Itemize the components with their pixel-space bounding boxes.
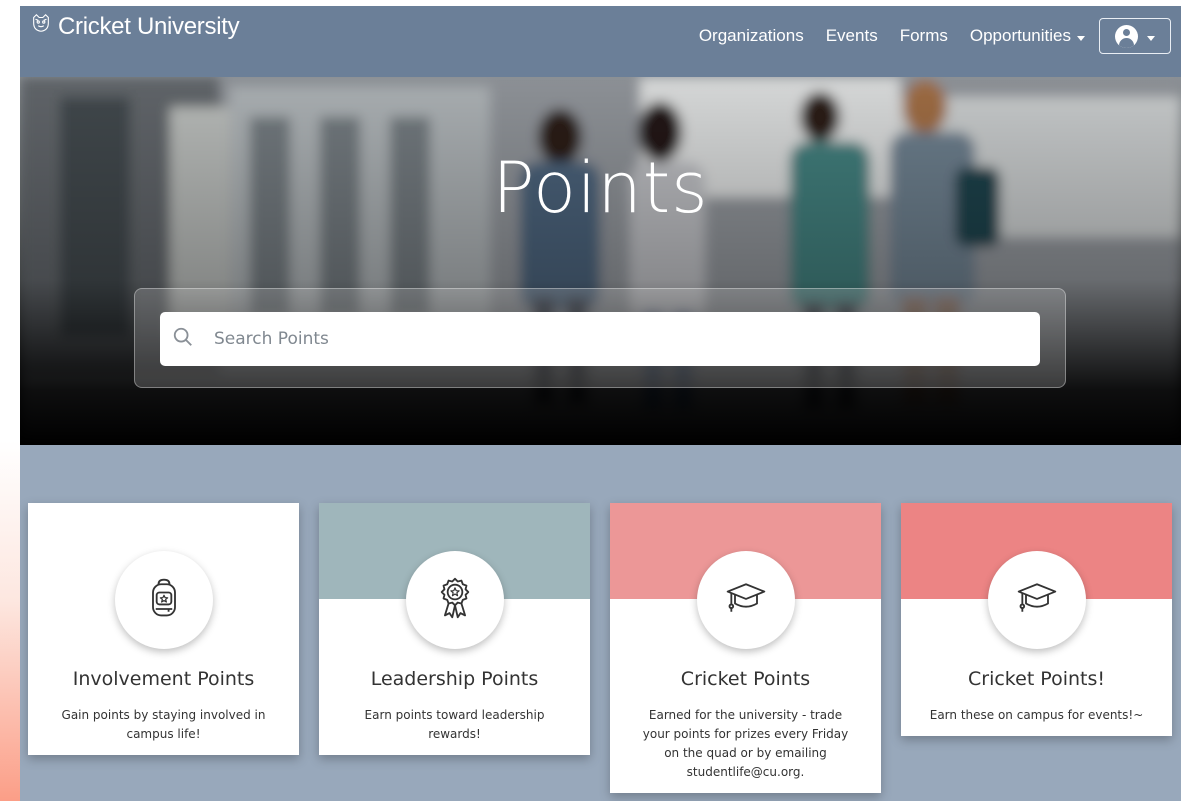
- points-card-cricket-events[interactable]: Cricket Points! Earn these on campus for…: [901, 503, 1172, 736]
- card-description: Earn these on campus for events!~: [929, 708, 1144, 722]
- search-icon: [160, 326, 194, 352]
- card-description: Gain points by staying involved in campu…: [61, 708, 266, 741]
- card-description: Earned for the university - trade your p…: [642, 708, 849, 779]
- graduation-cap-icon: [724, 576, 768, 624]
- hero-banner: Points: [20, 77, 1181, 445]
- card-badge: [114, 551, 213, 649]
- card-description: Earn points toward leadership rewards!: [364, 708, 545, 741]
- points-card-cricket[interactable]: Cricket Points Earned for the university…: [610, 503, 881, 793]
- nav-item-organizations[interactable]: Organizations: [699, 26, 804, 46]
- points-card-leadership[interactable]: Leadership Points Earn points toward lea…: [319, 503, 590, 755]
- nav-item-events[interactable]: Events: [826, 26, 878, 46]
- nav-item-opportunities[interactable]: Opportunities: [970, 26, 1085, 46]
- award-ribbon-icon: [433, 576, 477, 624]
- user-avatar-icon: [1115, 24, 1138, 48]
- card-title: Cricket Points: [680, 668, 811, 690]
- chevron-down-icon: [1077, 35, 1085, 41]
- user-menu-button[interactable]: [1099, 18, 1171, 54]
- cricket-logo-icon: [30, 12, 52, 41]
- graduation-cap-icon: [1015, 576, 1059, 624]
- chevron-down-icon: [1147, 35, 1155, 41]
- nav-item-opportunities-label: Opportunities: [969, 26, 1071, 45]
- search-bar[interactable]: [160, 312, 1040, 366]
- card-title: Involvement Points: [72, 668, 255, 690]
- card-badge: [987, 551, 1086, 649]
- hero-background-photo: [20, 77, 1181, 445]
- card-badge: [405, 551, 504, 649]
- top-navbar: Cricket University Organizations Events …: [20, 6, 1181, 77]
- card-title: Cricket Points!: [968, 668, 1105, 690]
- brand-logo-link[interactable]: Cricket University: [30, 12, 240, 41]
- points-card-involvement[interactable]: Involvement Points Gain points by stayin…: [28, 503, 299, 755]
- nav-item-forms[interactable]: Forms: [900, 26, 948, 46]
- card-title: Leadership Points: [370, 668, 539, 690]
- app-window: Cricket University Organizations Events …: [20, 6, 1181, 801]
- search-panel: [134, 288, 1066, 388]
- search-input[interactable]: [212, 328, 1036, 350]
- page-title: Points: [492, 147, 709, 229]
- left-edge-glow: [0, 0, 20, 801]
- backpack-icon: [142, 576, 186, 624]
- nav-links: Organizations Events Forms Opportunities: [699, 26, 1085, 46]
- brand-name: Cricket University: [58, 12, 240, 40]
- card-badge: [696, 551, 795, 649]
